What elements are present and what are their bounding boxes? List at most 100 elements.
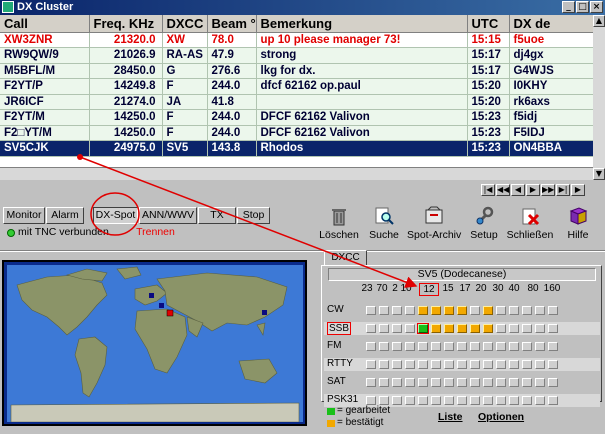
col-header-remark[interactable]: Bemerkung [256, 15, 468, 33]
band-cell[interactable] [457, 360, 467, 369]
band-cell[interactable] [444, 378, 454, 387]
band-cell[interactable] [405, 360, 415, 369]
tab-alarm[interactable]: Alarm [46, 207, 84, 224]
band-cell[interactable] [535, 306, 545, 315]
band-cell[interactable] [470, 360, 480, 369]
col-header-dx-de[interactable]: DX de [509, 15, 594, 33]
band-cell[interactable] [418, 342, 428, 351]
table-row[interactable]: SV5CJK 24975.0 SV5 143.8 Rhodos 15:23 ON4BBA [0, 140, 594, 157]
band-cell[interactable] [405, 396, 415, 405]
setup-button[interactable]: Setup [466, 205, 502, 245]
band-cell[interactable] [535, 342, 545, 351]
band-cell[interactable] [509, 378, 519, 387]
band-cell[interactable] [535, 324, 545, 333]
tab-tx[interactable]: TX [198, 207, 236, 224]
band-cell[interactable] [392, 324, 402, 333]
col-header-freq[interactable]: Freq. KHz [89, 15, 163, 33]
band-cell[interactable] [405, 342, 415, 351]
tab-dx-spot[interactable]: DX-Spot [93, 207, 138, 224]
horizontal-scrollbar[interactable] [0, 167, 593, 180]
scroll-down-icon[interactable]: ▼ [593, 168, 605, 180]
band-cell[interactable] [548, 360, 558, 369]
band-cell[interactable] [417, 323, 429, 334]
band-cell[interactable] [431, 378, 441, 387]
band-cell[interactable] [366, 324, 376, 333]
last-record-icon[interactable]: ▶| [556, 184, 570, 196]
scroll-up-icon[interactable]: ▲ [593, 15, 605, 27]
band-cell[interactable] [509, 342, 519, 351]
table-row[interactable]: JR6ICF 21274.0 JA 41.8 15:20 rk6axs [0, 94, 594, 110]
delete-button[interactable]: Löschen [317, 205, 361, 245]
world-map[interactable] [2, 260, 307, 426]
band-cell[interactable] [431, 360, 441, 369]
band-cell[interactable] [509, 306, 519, 315]
band-cell[interactable] [405, 324, 415, 333]
prev-page-icon[interactable]: ◀◀ [496, 184, 510, 196]
band-cell[interactable] [444, 396, 454, 405]
first-record-icon[interactable]: |◀ [481, 184, 495, 196]
vertical-scrollbar[interactable]: ▲ ▼ [593, 15, 605, 180]
band-cell[interactable] [418, 360, 428, 369]
tab-ann-wwv[interactable]: ANN/WWV [139, 207, 197, 224]
table-row[interactable]: XW3ZNR 21320.0 XW 78.0 up 10 please manager … [0, 32, 594, 48]
band-cell[interactable] [470, 306, 480, 315]
help-button[interactable]: Hilfe [562, 205, 594, 245]
search-button[interactable]: Suche [365, 205, 403, 245]
band-cell[interactable] [496, 324, 506, 333]
band-cell[interactable] [522, 306, 532, 315]
close-window-button[interactable]: × [590, 1, 603, 13]
band-cell[interactable] [496, 306, 506, 315]
band-cell[interactable] [392, 360, 402, 369]
map-canvas[interactable] [7, 265, 303, 422]
table-row[interactable]: RW9QW/9 21026.9 RA-AS 47.9 strong 15:17 dj4gx [0, 47, 594, 64]
list-link[interactable]: Liste [438, 411, 463, 423]
band-cell[interactable] [522, 360, 532, 369]
band-cell[interactable] [392, 378, 402, 387]
band-cell[interactable] [457, 306, 467, 315]
table-row[interactable]: F2YT/M 14250.0 F 244.0 DFCF 62162 Valivon 15:… [0, 109, 594, 126]
band-cell[interactable] [548, 378, 558, 387]
band-cell[interactable] [548, 342, 558, 351]
band-cell[interactable] [392, 342, 402, 351]
band-cell[interactable] [444, 324, 454, 333]
minimize-button[interactable]: _ [562, 1, 575, 13]
options-link[interactable]: Optionen [478, 411, 524, 423]
band-cell[interactable] [366, 342, 376, 351]
band-cell[interactable] [548, 306, 558, 315]
prev-record-icon[interactable]: ◀ [511, 184, 525, 196]
col-header-utc[interactable]: UTC [467, 15, 510, 33]
band-cell[interactable] [496, 378, 506, 387]
band-cell[interactable] [379, 378, 389, 387]
band-cell[interactable] [509, 396, 519, 405]
band-cell[interactable] [379, 360, 389, 369]
table-row[interactable]: F2□YT/M 14250.0 F 244.0 DFCF 62162 Valivon 15… [0, 125, 594, 141]
table-row[interactable]: F2YT/P 14249.8 F 244.0 dfcf 62162 op.paul 15:… [0, 78, 594, 95]
band-cell[interactable] [418, 396, 428, 405]
band-cell[interactable] [379, 306, 389, 315]
band-cell[interactable] [392, 396, 402, 405]
band-cell[interactable] [535, 378, 545, 387]
band-cell[interactable] [431, 306, 441, 315]
maximize-button[interactable]: □ [576, 1, 589, 13]
band-cell[interactable] [392, 306, 402, 315]
band-cell[interactable] [431, 342, 441, 351]
band-cell[interactable] [444, 342, 454, 351]
band-cell[interactable] [483, 360, 493, 369]
band-cell[interactable] [444, 306, 454, 315]
band-cell[interactable] [509, 324, 519, 333]
col-header-call[interactable]: Call [0, 15, 90, 33]
band-cell[interactable] [379, 324, 389, 333]
band-cell[interactable] [548, 324, 558, 333]
close-button[interactable]: Schließen [505, 205, 555, 245]
next-record-icon[interactable]: ▶ [526, 184, 540, 196]
band-cell[interactable] [470, 342, 480, 351]
band-cell[interactable] [457, 324, 467, 333]
band-cell[interactable] [457, 378, 467, 387]
more-icon[interactable]: ▶ [571, 184, 585, 196]
band-cell[interactable] [470, 396, 480, 405]
band-cell[interactable] [522, 378, 532, 387]
band-cell[interactable] [483, 306, 493, 315]
band-cell[interactable] [483, 324, 493, 333]
band-cell[interactable] [470, 378, 480, 387]
band-cell[interactable] [522, 342, 532, 351]
